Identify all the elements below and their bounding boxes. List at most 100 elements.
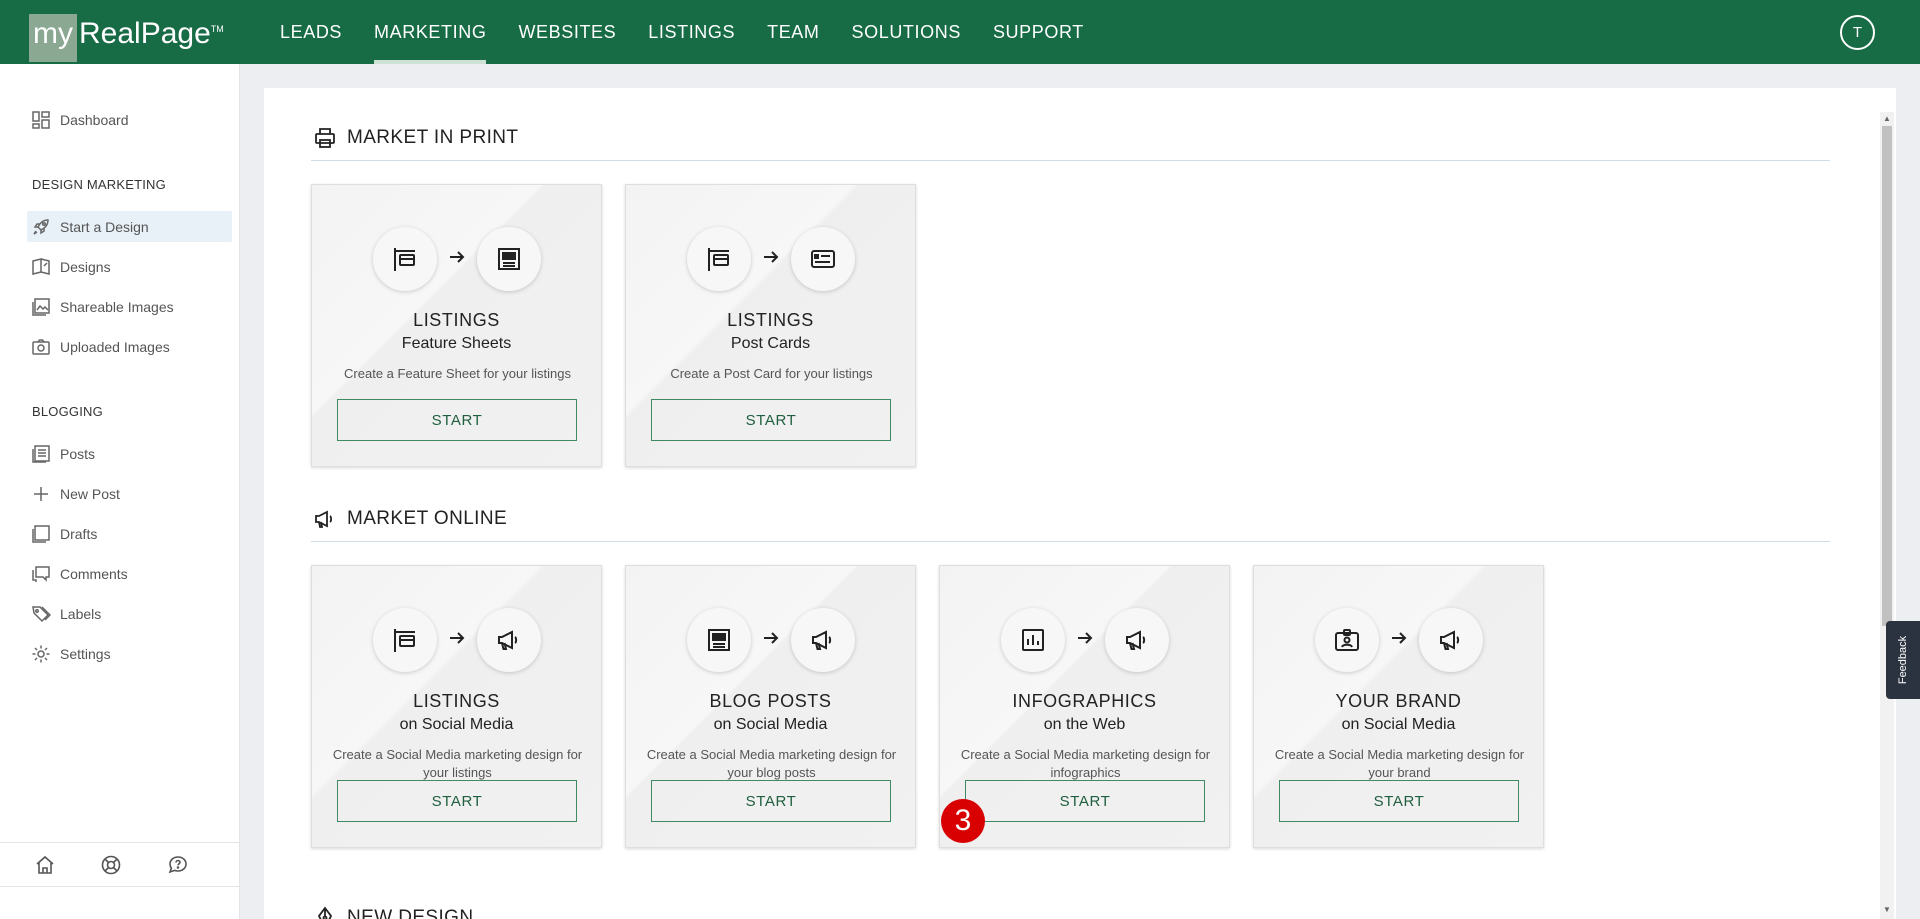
sidebar-item-start-a-design[interactable]: Start a Design bbox=[27, 211, 232, 242]
scroll-up-arrow-icon[interactable]: ▲ bbox=[1881, 114, 1893, 124]
card-subtitle: on Social Media bbox=[713, 716, 828, 733]
comments-icon bbox=[30, 563, 52, 585]
card-description: Create a Post Card for your listings bbox=[670, 366, 873, 381]
nav-leads[interactable]: LEADS bbox=[280, 0, 342, 64]
card-description: Create a Social Media marketing design f… bbox=[960, 747, 1211, 780]
sidebar-item-designs[interactable]: Designs bbox=[27, 251, 232, 282]
card-description: Create a Social Media marketing design f… bbox=[646, 747, 897, 780]
section-divider bbox=[311, 541, 1830, 542]
drafts-icon bbox=[30, 523, 52, 545]
section-title-text: NEW DESIGN bbox=[347, 907, 474, 919]
sidebar-item-label: Labels bbox=[60, 605, 102, 622]
user-avatar[interactable]: T bbox=[1840, 15, 1875, 50]
sidebar-item-dashboard[interactable]: Dashboard bbox=[27, 104, 232, 135]
sidebar-item-label: Comments bbox=[60, 565, 128, 582]
sidebar-item-label: Settings bbox=[60, 645, 111, 662]
sidebar-item-label: Dashboard bbox=[60, 111, 129, 128]
card-listings-feature-sheets: LISTINGS Feature Sheets Create a Feature… bbox=[311, 184, 602, 467]
start-button[interactable]: START bbox=[651, 399, 891, 441]
sidebar-item-uploaded-images[interactable]: Uploaded Images bbox=[27, 331, 232, 362]
listing-sign-icon bbox=[372, 227, 437, 291]
megaphone-icon bbox=[476, 608, 541, 672]
dashboard-icon bbox=[30, 109, 52, 131]
sidebar-item-label: Uploaded Images bbox=[60, 338, 170, 355]
card-subtitle: Post Cards bbox=[730, 335, 811, 352]
nav-websites[interactable]: WEBSITES bbox=[518, 0, 616, 64]
top-nav-bar: my RealPage TM LEADS MARKETING WEBSITES … bbox=[0, 0, 1920, 64]
feedback-label: Feedback bbox=[1897, 635, 1909, 685]
card-description: Create a Feature Sheet for your listings bbox=[344, 366, 571, 381]
nav-support[interactable]: SUPPORT bbox=[993, 0, 1084, 64]
tag-icon bbox=[30, 603, 52, 625]
main-nav: LEADS MARKETING WEBSITES LISTINGS TEAM S… bbox=[264, 0, 1100, 64]
sidebar-item-settings[interactable]: Settings bbox=[27, 638, 232, 669]
arrow-right-icon bbox=[751, 248, 791, 271]
nav-marketing[interactable]: MARKETING bbox=[374, 0, 487, 64]
start-button[interactable]: START bbox=[1279, 780, 1519, 822]
feature-sheet-icon bbox=[476, 227, 541, 291]
rocket-icon bbox=[30, 216, 52, 238]
megaphone-icon bbox=[313, 507, 337, 531]
card-listings-post-cards: LISTINGS Post Cards Create a Post Card f… bbox=[625, 184, 916, 467]
card-title: LISTINGS bbox=[413, 691, 500, 711]
start-button[interactable]: START bbox=[965, 780, 1205, 822]
card-subtitle: on Social Media bbox=[399, 716, 514, 733]
nav-team[interactable]: TEAM bbox=[767, 0, 819, 64]
arrow-right-icon bbox=[437, 629, 477, 652]
blogging-heading: BLOGGING bbox=[32, 404, 103, 419]
nav-solutions[interactable]: SOLUTIONS bbox=[852, 0, 961, 64]
book-icon bbox=[30, 256, 52, 278]
card-title: BLOG POSTS bbox=[709, 691, 832, 711]
arrow-right-icon bbox=[751, 629, 791, 652]
sidebar-item-label: Start a Design bbox=[60, 218, 149, 235]
sidebar-item-shareable-images[interactable]: Shareable Images bbox=[27, 291, 232, 322]
sidebar-item-label: New Post bbox=[60, 485, 120, 502]
sidebar-item-new-post[interactable]: New Post bbox=[27, 478, 232, 509]
start-button[interactable]: START bbox=[651, 780, 891, 822]
posts-icon bbox=[30, 443, 52, 465]
sidebar-item-label: Drafts bbox=[60, 525, 98, 542]
card-title: LISTINGS bbox=[727, 310, 814, 330]
scroll-down-arrow-icon[interactable]: ▼ bbox=[1881, 905, 1893, 915]
sidebar-item-drafts[interactable]: Drafts bbox=[27, 518, 232, 549]
listing-sign-icon bbox=[686, 227, 751, 291]
chat-help-icon[interactable] bbox=[167, 854, 189, 876]
logo-my: my bbox=[29, 14, 77, 62]
image-icon bbox=[30, 296, 52, 318]
sidebar: Dashboard DESIGN MARKETING Start a Desig… bbox=[0, 64, 240, 919]
logo-name: RealPage bbox=[79, 17, 211, 50]
megaphone-icon bbox=[790, 608, 855, 672]
sidebar-footer-toolbar bbox=[0, 842, 240, 887]
id-badge-icon bbox=[1314, 608, 1379, 672]
printer-icon bbox=[313, 126, 337, 150]
section-title-text: MARKET IN PRINT bbox=[347, 127, 519, 148]
post-card-icon bbox=[790, 227, 855, 291]
card-listings-social-media: LISTINGS on Social Media Create a Social… bbox=[311, 565, 602, 848]
card-title: INFOGRAPHICS bbox=[1012, 691, 1157, 711]
nav-listings[interactable]: LISTINGS bbox=[648, 0, 735, 64]
market-online-heading: MARKET ONLINE bbox=[313, 507, 507, 531]
plus-icon bbox=[30, 483, 52, 505]
megaphone-icon bbox=[1418, 608, 1483, 672]
blog-post-icon bbox=[686, 608, 751, 672]
sidebar-item-comments[interactable]: Comments bbox=[27, 558, 232, 589]
step-number-badge: 3 bbox=[941, 799, 985, 843]
pen-nib-icon bbox=[313, 906, 337, 919]
sidebar-item-label: Designs bbox=[60, 258, 111, 275]
arrow-right-icon bbox=[1065, 629, 1105, 652]
new-design-heading: NEW DESIGN bbox=[313, 906, 473, 919]
start-button[interactable]: START bbox=[337, 399, 577, 441]
lifebuoy-help-icon[interactable] bbox=[100, 854, 122, 876]
arrow-right-icon bbox=[1379, 629, 1419, 652]
home-icon[interactable] bbox=[34, 854, 56, 876]
card-blog-posts-social-media: BLOG POSTS on Social Media Create a Soci… bbox=[625, 565, 916, 848]
scrollbar-thumb[interactable] bbox=[1882, 126, 1892, 626]
feedback-tab[interactable]: Feedback bbox=[1886, 621, 1920, 699]
myrealpage-logo[interactable]: my RealPage TM bbox=[29, 14, 224, 62]
listing-sign-icon bbox=[372, 608, 437, 672]
sidebar-item-labels[interactable]: Labels bbox=[27, 598, 232, 629]
sidebar-item-posts[interactable]: Posts bbox=[27, 438, 232, 469]
market-in-print-heading: MARKET IN PRINT bbox=[313, 126, 518, 150]
start-button[interactable]: START bbox=[337, 780, 577, 822]
card-title: LISTINGS bbox=[413, 310, 500, 330]
